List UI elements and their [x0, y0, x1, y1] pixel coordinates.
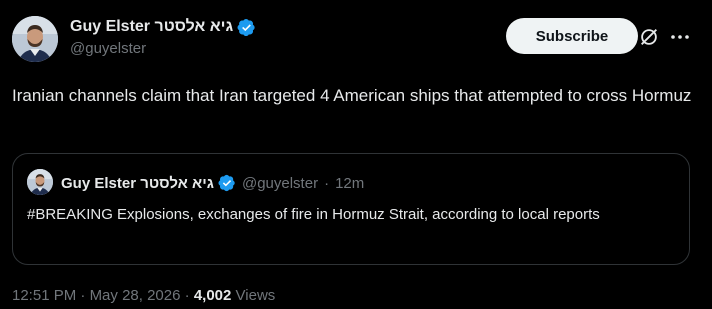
tweet: Guy Elster גיא אלסטר @guyelster Subscrib…: [0, 0, 712, 309]
author-info: Guy Elster גיא אלסטר @guyelster: [70, 16, 256, 57]
verified-badge-icon[interactable]: [237, 18, 256, 37]
quoted-tweet[interactable]: Guy Elster גיא אלסטר @guyelster · 12m #B…: [12, 153, 690, 265]
quote-text: #BREAKING Explosions, exchanges of fire …: [27, 206, 600, 223]
quote-header: Guy Elster גיא אלסטר @guyelster · 12m: [61, 172, 364, 194]
footer-separator-2: ·: [184, 287, 190, 304]
quote-meta-separator: ·: [324, 174, 330, 192]
quote-timestamp: 12m: [335, 174, 365, 192]
views-label: Views: [235, 287, 276, 304]
quote-author-display-name: Guy Elster גיא אלסטר: [61, 174, 214, 192]
footer-separator: ·: [80, 287, 86, 304]
avatar-image: [12, 16, 58, 62]
quote-avatar[interactable]: [27, 169, 53, 195]
grok-slash-circle-icon[interactable]: [638, 26, 660, 48]
quote-author-handle: @guyelster: [241, 174, 319, 192]
subscribe-button[interactable]: Subscribe: [506, 18, 638, 54]
tweet-header: Guy Elster גיא אלסטר @guyelster Subscrib…: [12, 12, 700, 68]
author-display-name[interactable]: Guy Elster גיא אלסטר: [70, 18, 233, 36]
tweet-text: Iranian channels claim that Iran targete…: [12, 86, 692, 105]
quote-avatar-image: [27, 169, 53, 195]
tweet-time[interactable]: 12:51 PM: [12, 287, 76, 304]
avatar[interactable]: [12, 16, 58, 62]
quote-verified-badge-icon: [218, 174, 235, 192]
more-dots-icon[interactable]: [668, 26, 692, 48]
views-count: 4,002: [193, 287, 232, 304]
tweet-date[interactable]: May 28, 2026: [90, 287, 181, 304]
tweet-footer: 12:51 PM · May 28, 2026 · 4,002 Views: [12, 285, 275, 307]
author-handle[interactable]: @guyelster: [70, 40, 256, 57]
